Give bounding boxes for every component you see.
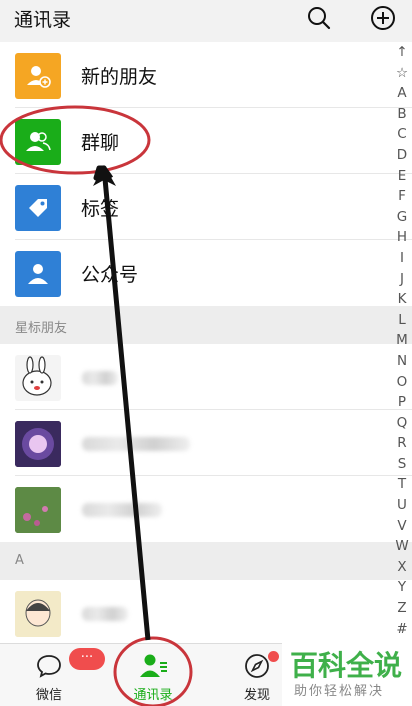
blurred-name bbox=[82, 371, 118, 385]
index-letter[interactable]: B bbox=[393, 106, 411, 127]
index-letter[interactable]: Y bbox=[393, 579, 411, 600]
index-letter[interactable]: A bbox=[393, 85, 411, 106]
index-letter[interactable]: T bbox=[393, 476, 411, 497]
watermark: 百科全说 助你轻松解决 bbox=[282, 642, 412, 706]
blurred-name bbox=[82, 437, 190, 451]
section-header-starred: 星标朋友 bbox=[0, 306, 412, 344]
alphabet-index[interactable]: ↑ ☆ A B C D E F G H I J K L M N O P Q R S T U V W X Y Z # bbox=[393, 44, 411, 641]
index-letter[interactable]: # bbox=[393, 621, 411, 642]
watermark-title: 百科全说 bbox=[290, 649, 403, 682]
blurred-name bbox=[82, 503, 162, 517]
index-letter[interactable]: O bbox=[393, 374, 411, 395]
contact-list: 新的朋友 群聊 标签 公众号 星标朋友 A bbox=[0, 42, 412, 646]
section-label: A bbox=[15, 553, 24, 568]
index-letter[interactable]: C bbox=[393, 126, 411, 147]
watermark-subtitle: 助你轻松解决 bbox=[294, 684, 385, 699]
index-letter[interactable]: G bbox=[393, 209, 411, 230]
tab-chats[interactable]: ··· 微信 bbox=[14, 644, 105, 706]
index-letter[interactable]: Z bbox=[393, 600, 411, 621]
index-letter[interactable]: V bbox=[393, 518, 411, 539]
avatar bbox=[15, 487, 61, 533]
contact-row[interactable] bbox=[0, 580, 412, 646]
new-friends-label: 新的朋友 bbox=[81, 66, 158, 88]
group-chat-icon bbox=[15, 119, 61, 165]
avatar bbox=[15, 591, 61, 637]
index-letter[interactable]: L bbox=[393, 312, 411, 333]
group-chat-label: 群聊 bbox=[81, 132, 120, 154]
index-letter[interactable]: ↑ bbox=[393, 44, 411, 65]
tab-label: 通讯录 bbox=[133, 688, 173, 703]
compass-icon bbox=[245, 654, 269, 678]
tags-item[interactable]: 标签 bbox=[0, 174, 412, 240]
new-friends-item[interactable]: 新的朋友 bbox=[0, 42, 412, 108]
index-letter[interactable]: F bbox=[393, 188, 411, 209]
tab-label: 微信 bbox=[35, 688, 62, 703]
index-letter[interactable]: R bbox=[393, 435, 411, 456]
index-letter[interactable]: H bbox=[393, 229, 411, 250]
search-icon[interactable] bbox=[304, 3, 334, 33]
new-dot bbox=[268, 651, 279, 662]
official-accounts-label: 公众号 bbox=[81, 264, 139, 286]
index-letter[interactable]: D bbox=[393, 147, 411, 168]
contact-row[interactable] bbox=[0, 344, 412, 410]
official-accounts-item[interactable]: 公众号 bbox=[0, 240, 412, 306]
plus-circle-icon[interactable] bbox=[368, 3, 398, 33]
index-letter[interactable]: U bbox=[393, 497, 411, 518]
index-letter[interactable]: I bbox=[393, 250, 411, 271]
section-header-a: A bbox=[0, 542, 412, 580]
tag-icon bbox=[15, 185, 61, 231]
index-letter[interactable]: K bbox=[393, 291, 411, 312]
group-chat-item[interactable]: 群聊 bbox=[0, 108, 412, 174]
tab-contacts[interactable]: 通讯录 bbox=[118, 644, 188, 706]
index-letter[interactable]: J bbox=[393, 271, 411, 292]
index-letter[interactable]: P bbox=[393, 394, 411, 415]
page-title: 通讯录 bbox=[14, 9, 72, 31]
index-letter[interactable]: E bbox=[393, 168, 411, 189]
index-letter[interactable]: ☆ bbox=[393, 65, 411, 86]
top-bar: 通讯录 bbox=[0, 0, 412, 42]
contact-row[interactable] bbox=[0, 476, 412, 542]
unread-badge: ··· bbox=[69, 648, 105, 670]
add-friend-icon bbox=[15, 53, 61, 99]
contacts-icon bbox=[140, 654, 167, 677]
chat-bubble-icon bbox=[37, 655, 61, 678]
avatar bbox=[15, 421, 61, 467]
index-letter[interactable]: N bbox=[393, 353, 411, 374]
index-letter[interactable]: S bbox=[393, 456, 411, 477]
index-letter[interactable]: X bbox=[393, 559, 411, 580]
section-label: 星标朋友 bbox=[15, 321, 68, 336]
avatar bbox=[15, 355, 61, 401]
index-letter[interactable]: M bbox=[393, 332, 411, 353]
blurred-name bbox=[82, 607, 128, 621]
official-account-icon bbox=[15, 251, 61, 297]
tags-label: 标签 bbox=[81, 198, 120, 220]
contact-row[interactable] bbox=[0, 410, 412, 476]
index-letter[interactable]: W bbox=[393, 538, 411, 559]
index-letter[interactable]: Q bbox=[393, 415, 411, 436]
